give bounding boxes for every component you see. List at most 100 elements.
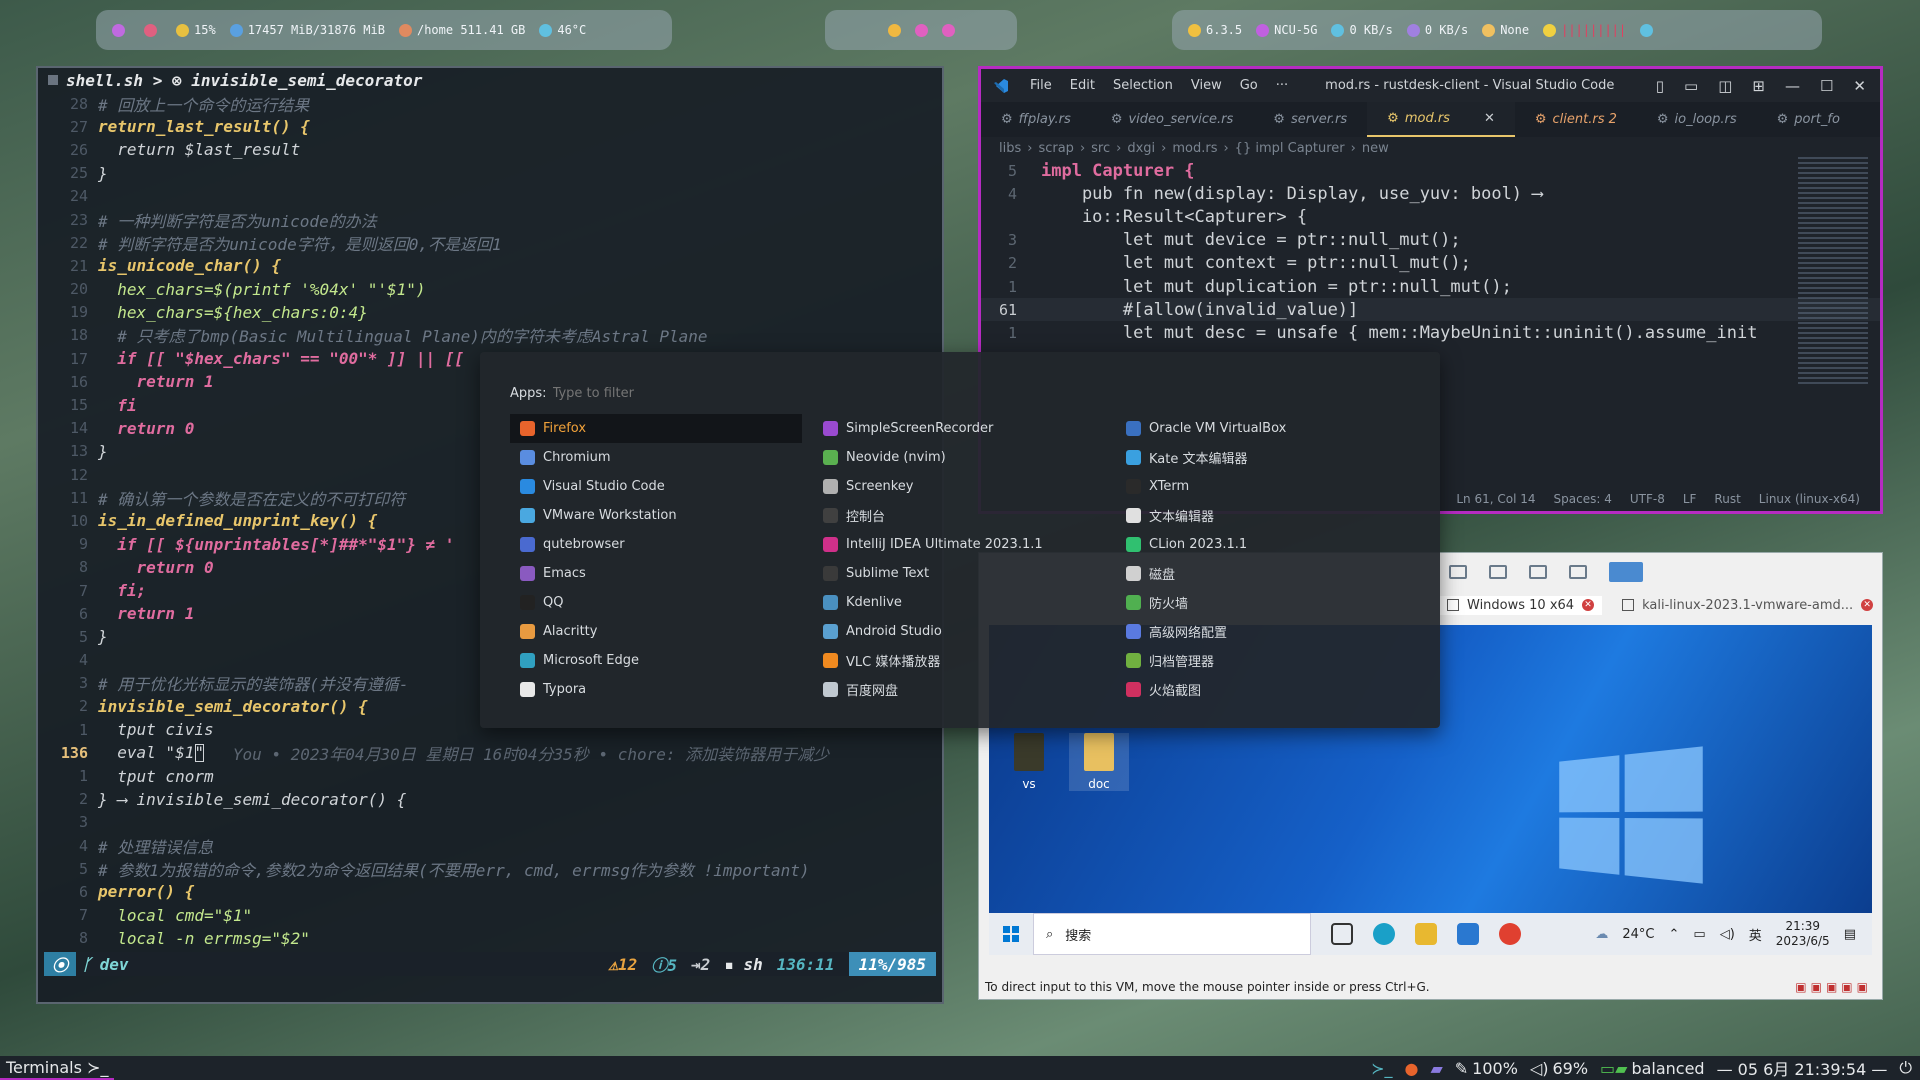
status-item[interactable]: LF — [1683, 492, 1697, 506]
minimap[interactable] — [1798, 157, 1868, 387]
app-item[interactable]: Chromium — [510, 443, 802, 472]
status-item[interactable]: UTF-8 — [1630, 492, 1665, 506]
view-thumbnail-icon[interactable] — [1529, 565, 1547, 579]
network-icon[interactable]: ▭ — [1693, 927, 1705, 942]
app-item[interactable]: SimpleScreenRecorder — [813, 414, 1105, 443]
editor-tab[interactable]: ⚙ server.rs — [1253, 102, 1367, 137]
status-item[interactable]: Spaces: 4 — [1554, 492, 1612, 506]
file-explorer-icon[interactable] — [1415, 923, 1437, 945]
power-profile[interactable]: ▭▰ balanced — [1600, 1059, 1705, 1078]
close-icon[interactable]: ✕ — [1484, 111, 1495, 126]
device-icons[interactable]: ▣▣▣▣▣ — [1795, 980, 1882, 994]
app-item[interactable]: 高级网络配置 — [1116, 617, 1408, 646]
chrome-icon[interactable] — [1499, 923, 1521, 945]
breadcrumb-item[interactable]: libs — [999, 141, 1021, 156]
app-item[interactable]: Visual Studio Code — [510, 472, 802, 501]
menu-item[interactable]: File — [1021, 78, 1061, 93]
menu-item[interactable]: Selection — [1104, 78, 1182, 93]
breadcrumb-item[interactable]: dxgi — [1127, 141, 1155, 156]
windows-search-box[interactable]: ⌕ 搜索 — [1033, 913, 1311, 955]
code-editor[interactable]: 5 impl Capturer {4 pub fn new(display: Di… — [981, 159, 1880, 345]
close-icon[interactable]: ✕ — [1861, 599, 1874, 611]
menu-item[interactable]: Edit — [1061, 78, 1104, 93]
status-item[interactable]: Rust — [1714, 492, 1740, 506]
menu-item[interactable]: Go — [1231, 78, 1267, 93]
task-view-icon[interactable] — [1331, 923, 1353, 945]
app-item[interactable]: Android Studio — [813, 617, 1105, 646]
breadcrumb-item[interactable]: {} impl Capturer — [1235, 141, 1345, 156]
fullscreen-icon[interactable] — [1569, 565, 1587, 579]
app-item[interactable]: Oracle VM VirtualBox — [1116, 414, 1408, 443]
editor-tab[interactable]: ⚙ port_fo — [1757, 102, 1860, 137]
app-item[interactable]: 火焰截图 — [1116, 675, 1408, 704]
firefox-icon[interactable]: ● — [1404, 1059, 1418, 1078]
app-item[interactable]: Kate 文本编辑器 — [1116, 443, 1408, 472]
power-icon[interactable]: ⏻ — [1899, 1058, 1912, 1078]
mail-icon[interactable] — [1457, 923, 1479, 945]
app-item[interactable]: Microsoft Edge — [510, 646, 802, 675]
minimize-button[interactable]: — — [1785, 77, 1800, 95]
app-launcher[interactable]: Apps: Firefox Chromium Visual Studio Code V… — [480, 352, 1440, 728]
maximize-button[interactable]: ☐ — [1820, 77, 1833, 95]
files-icon[interactable]: ▰ — [1430, 1059, 1442, 1078]
app-item[interactable]: CLion 2023.1.1 — [1116, 530, 1408, 559]
app-item[interactable]: 文本编辑器 — [1116, 501, 1408, 530]
volume-control[interactable]: ◁) 69% — [1530, 1059, 1588, 1078]
menu-item[interactable]: View — [1182, 78, 1231, 93]
notification-icon[interactable]: ▤ — [1844, 927, 1856, 942]
edge-icon[interactable] — [1373, 923, 1395, 945]
app-item[interactable]: qutebrowser — [510, 530, 802, 559]
app-item[interactable]: Screenkey — [813, 472, 1105, 501]
editor-tab[interactable]: ⚙ io_loop.rs — [1637, 102, 1757, 137]
vm-tab-kali[interactable]: kali-linux-2023.1-vmware-amd... ✕ — [1622, 598, 1874, 613]
chevron-up-icon[interactable]: ⌃ — [1669, 927, 1680, 942]
taskbar-terminals[interactable]: Terminals ≻_ — [0, 1056, 115, 1080]
vm-tab-windows10[interactable]: Windows 10 x64 ✕ — [1439, 595, 1603, 615]
layout-split-icon[interactable]: ◫ — [1718, 77, 1732, 95]
windows-clock[interactable]: 21:39 2023/6/5 — [1776, 919, 1830, 949]
app-item[interactable]: Firefox — [510, 414, 802, 443]
editor-tab[interactable]: ⚙ client.rs 2 — [1515, 102, 1637, 137]
app-item[interactable]: Neovide (nvim) — [813, 443, 1105, 472]
windows-start-icon[interactable] — [989, 926, 1033, 942]
close-icon[interactable]: ✕ — [1582, 599, 1595, 611]
editor-tab[interactable]: ⚙ ffplay.rs — [981, 102, 1091, 137]
app-item[interactable]: 防火墙 — [1116, 588, 1408, 617]
editor-tab[interactable]: ⚙ video_service.rs — [1091, 102, 1253, 137]
breadcrumb-item[interactable]: scrap — [1038, 141, 1073, 156]
app-item[interactable]: Emacs — [510, 559, 802, 588]
app-item[interactable]: Typora — [510, 675, 802, 704]
app-item[interactable]: 控制台 — [813, 501, 1105, 530]
status-item[interactable]: Ln 61, Col 14 — [1456, 492, 1535, 506]
weather-temp[interactable]: 24°C — [1622, 927, 1654, 942]
status-item[interactable]: Linux (linux-x64) — [1759, 492, 1860, 506]
app-item[interactable]: 磁盘 — [1116, 559, 1408, 588]
unity-view-icon[interactable] — [1609, 562, 1643, 582]
terminal-icon[interactable]: ≻_ — [1371, 1059, 1392, 1078]
ime-indicator[interactable]: 英 — [1749, 925, 1762, 944]
app-item[interactable]: IntelliJ IDEA Ultimate 2023.1.1 — [813, 530, 1105, 559]
app-item[interactable]: VLC 媒体播放器 — [813, 646, 1105, 675]
breadcrumb-item[interactable]: mod.rs — [1172, 141, 1217, 156]
close-button[interactable]: ✕ — [1853, 77, 1866, 95]
app-item[interactable]: VMware Workstation — [510, 501, 802, 530]
customize-layout-icon[interactable]: ⊞ — [1752, 77, 1765, 95]
snapshot-icon[interactable] — [1449, 565, 1467, 579]
breadcrumb-item[interactable]: src — [1091, 141, 1110, 156]
brightness-control[interactable]: ✎ 100% — [1455, 1059, 1518, 1078]
desktop-icon-vs[interactable]: vs — [999, 733, 1059, 791]
breadcrumb-item[interactable]: new — [1362, 141, 1389, 156]
app-item[interactable]: 归档管理器 — [1116, 646, 1408, 675]
app-item[interactable]: Alacritty — [510, 617, 802, 646]
editor-tab[interactable]: ⚙ mod.rs ✕ — [1367, 102, 1515, 137]
desktop-icon-doc[interactable]: doc — [1069, 733, 1129, 791]
panel-clock[interactable]: — 05 6月 21:39:54 — — [1717, 1056, 1888, 1080]
app-item[interactable]: Kdenlive — [813, 588, 1105, 617]
launcher-filter-input[interactable] — [552, 386, 753, 401]
app-item[interactable]: 百度网盘 — [813, 675, 1105, 704]
app-item[interactable]: QQ — [510, 588, 802, 617]
menu-item[interactable]: ··· — [1267, 78, 1297, 93]
layout-panel-icon[interactable]: ▭ — [1684, 77, 1698, 95]
layout-sidebar-icon[interactable]: ▯ — [1656, 77, 1664, 95]
volume-icon[interactable]: ◁) — [1720, 927, 1735, 942]
